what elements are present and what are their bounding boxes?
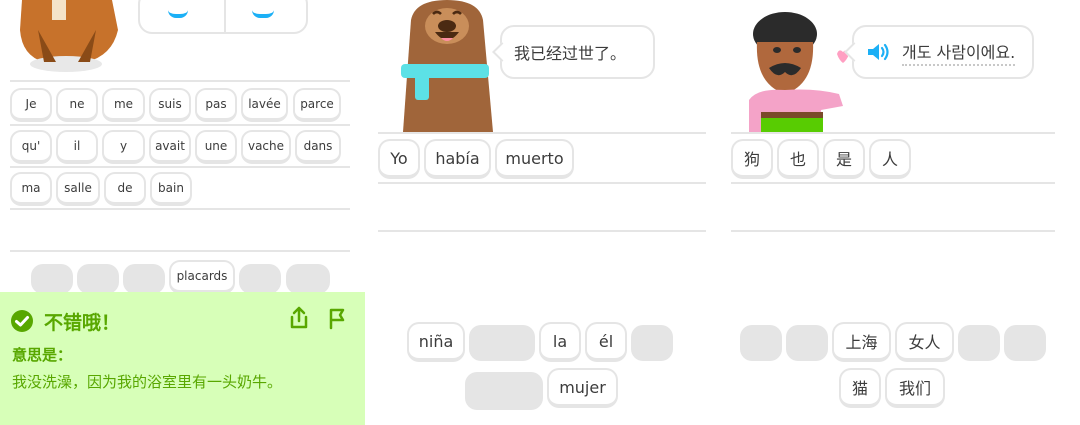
word-chip[interactable]: suis: [149, 88, 191, 122]
word-chip[interactable]: ma: [10, 172, 52, 206]
empty-word-slot: [469, 325, 535, 361]
speech-bubble: 개도 사람이에요.: [852, 25, 1034, 79]
translation-text: 我没洗澡，因为我的浴室里有一头奶牛。: [12, 373, 283, 391]
exercise-panel-french: Je ne me suis pas lavée parce qu' il y a…: [0, 0, 365, 425]
word-chip[interactable]: y: [102, 130, 145, 164]
speech-text: 我已经过世了。: [514, 44, 627, 63]
speech-bubble: 我已经过世了。: [500, 25, 655, 79]
word-bank-chip[interactable]: niña: [407, 322, 465, 362]
empty-word-slot: [77, 264, 119, 294]
word-chip[interactable]: vache: [241, 130, 291, 164]
empty-word-slot: [786, 325, 828, 361]
word-chip[interactable]: il: [56, 130, 98, 164]
word-bank-chip[interactable]: 女人: [895, 322, 954, 362]
word-chip[interactable]: ne: [56, 88, 98, 122]
word-bank-chip[interactable]: la: [539, 322, 581, 362]
empty-word-slot: [1004, 325, 1046, 361]
word-chip[interactable]: qu': [10, 130, 52, 164]
bear-character-illustration: [401, 0, 493, 132]
exercise-panel-spanish: 我已经过世了。 Yo había muerto niña la él mujer: [375, 0, 710, 425]
man-character-illustration: [749, 12, 849, 134]
word-bank-chip[interactable]: placards: [169, 260, 235, 294]
word-chip[interactable]: me: [102, 88, 145, 122]
word-bank-chip[interactable]: mujer: [547, 368, 618, 408]
answer-chip[interactable]: Yo: [378, 139, 420, 179]
empty-word-slot: [31, 264, 73, 294]
character-illustration: [20, 0, 118, 72]
empty-word-slot: [123, 264, 165, 294]
answer-chip[interactable]: 也: [777, 139, 819, 179]
answer-chip[interactable]: había: [424, 139, 491, 179]
speech-text: 개도 사람이에요.: [902, 39, 1016, 66]
word-chip[interactable]: de: [104, 172, 146, 206]
empty-word-slot: [465, 372, 543, 410]
empty-word-slot: [740, 325, 782, 361]
meaning-label: 意思是：: [12, 346, 73, 364]
exercise-panel-chinese: 개도 사람이에요. 狗 也 是 人 上海 女人 猫 我们: [728, 0, 1080, 425]
word-bank-chip[interactable]: él: [585, 322, 627, 362]
speaker-icon[interactable]: [866, 41, 892, 63]
word-chip[interactable]: pas: [195, 88, 237, 122]
speaker-icon: [168, 0, 188, 18]
flag-icon[interactable]: [327, 306, 349, 330]
share-icon[interactable]: [288, 306, 310, 330]
word-chip[interactable]: dans: [295, 130, 341, 164]
audio-button-group[interactable]: [138, 0, 308, 34]
word-chip[interactable]: une: [195, 130, 237, 164]
word-chip[interactable]: salle: [56, 172, 100, 206]
word-chip[interactable]: parce: [293, 88, 341, 122]
word-chip[interactable]: lavée: [241, 88, 288, 122]
answer-chip[interactable]: muerto: [495, 139, 574, 179]
word-bank-chip[interactable]: 我们: [885, 368, 945, 408]
empty-word-slot: [286, 264, 330, 294]
word-bank-chip[interactable]: 猫: [839, 368, 881, 408]
word-bank-chip[interactable]: 上海: [832, 322, 891, 362]
empty-word-slot: [631, 325, 673, 361]
feedback-title: 不错哦！: [44, 312, 121, 334]
word-chip[interactable]: avait: [149, 130, 191, 164]
answer-chip[interactable]: 人: [869, 139, 911, 179]
empty-word-slot: [958, 325, 1000, 361]
answer-chip[interactable]: 狗: [731, 139, 773, 179]
check-circle-icon: [11, 310, 33, 332]
answer-chip[interactable]: 是: [823, 139, 865, 179]
empty-word-slot: [239, 264, 281, 294]
word-chip[interactable]: Je: [10, 88, 52, 122]
slow-speaker-icon: [252, 0, 274, 18]
word-chip[interactable]: bain: [150, 172, 192, 206]
